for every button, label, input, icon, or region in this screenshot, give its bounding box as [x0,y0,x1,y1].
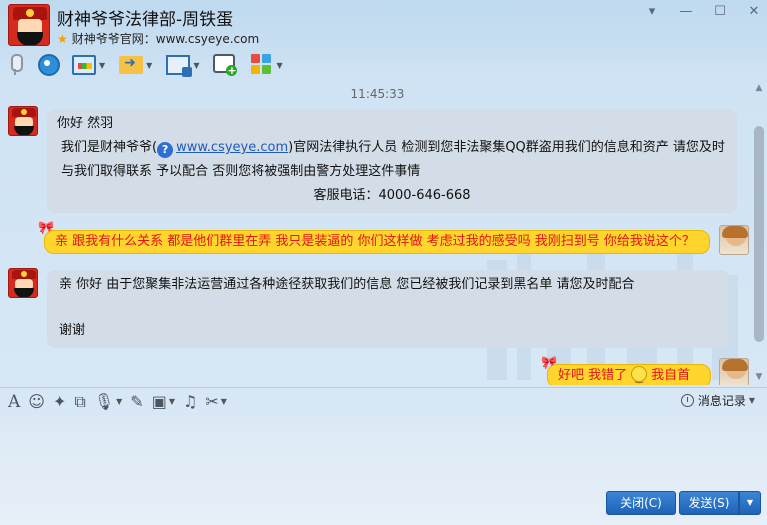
chevron-down-icon[interactable]: ▼ [169,397,175,406]
magic-wand-icon: ✦ [52,392,67,411]
font-icon: A [8,391,21,412]
font-button[interactable]: A [8,390,20,414]
message-text: )官网法律执行人员 检测到您非法聚集QQ群盗用我们的信息和资产 请您及时 [288,140,725,155]
file-transfer-icon [119,55,144,74]
send-options-button[interactable]: ▼ [739,491,761,515]
magic-button[interactable]: ✦ [53,390,66,414]
message-history-button[interactable]: 消息记录 ▼ [680,392,755,409]
chevron-down-icon[interactable]: ▼ [146,61,152,70]
message-line: 与我们取得联系 予以配合 否则您将被强制由警方处理这件事情 [61,164,421,179]
emoji-icon: ☺ [28,392,45,411]
contact-message-bubble: 亲 你好 由于您聚集非法运营通过各种途径获取我们的信息 您已经被我们记录到黑名单… [47,270,729,348]
voice-message-button[interactable]: 🎙 ▼ [94,390,122,414]
self-message-bubble: 亲 跟我有什么关系 都是他们群里在弄 我只是装逼的 你们这样做 考虑过我的感受吗… [44,230,710,254]
apps-icon [251,54,273,76]
signature-text: 财神爷爷官网：www.csyeye.com [71,32,260,46]
self-avatar[interactable] [719,358,749,385]
close-button[interactable]: 关闭(C) [606,491,676,515]
image-icon: ▣ [151,392,167,411]
emoji-button[interactable]: ☺ [28,390,45,414]
message-line: 客服电话：4000-646-668 [313,188,471,203]
scrollbar-thumb[interactable] [754,126,764,342]
chevron-down-icon[interactable]: ▼ [221,397,227,406]
message-line: 亲 你好 由于您聚集非法运营通过各种途径获取我们的信息 您已经被我们记录到黑名单… [59,277,635,292]
close-icon[interactable]: ✕ [747,4,761,19]
chat-toolbar: ▼ ▼ ▼ ▼ [0,50,767,80]
screen-share-button[interactable]: ▼ [72,52,105,78]
smiley-emoji-icon [631,366,648,385]
verified-icon: ? [157,142,174,158]
contact-avatar[interactable] [8,4,50,46]
star-icon: ★ [57,32,68,46]
chevron-down-icon: ▼ [746,498,754,507]
contact-message-bubble: 你好 然羽 我们是财神爷爷(? www.csyeye.com)官网法律执行人员 检… [47,109,737,213]
scroll-up-icon[interactable]: ▲ [753,82,765,94]
voice-call-button[interactable] [8,52,23,78]
camera-icon [36,54,60,76]
music-button[interactable]: ♫ [183,390,197,414]
file-transfer-button[interactable]: ▼ [119,52,152,78]
chevron-down-icon[interactable]: ▼ [749,396,755,405]
message-line: 你好 然羽 [57,116,114,131]
history-label: 消息记录 [697,394,746,408]
scissors-icon: ✂ [205,392,219,411]
message-text: 亲 跟我有什么关系 都是他们群里在弄 我只是装逼的 你们这样做 考虑过我的感受吗… [55,234,695,249]
edit-icon: ✎ [130,392,144,411]
contact-message-avatar[interactable] [8,106,38,136]
contact-message-avatar[interactable] [8,268,38,298]
send-button[interactable]: 发送(S) [679,491,739,515]
chevron-down-icon[interactable]: ▼ [276,61,282,70]
message-text: 我自首 [651,368,691,383]
window-title: 财神爷爷法律部-周铁蛋 [57,10,234,30]
dropdown-icon[interactable]: ▾ [645,4,659,19]
minimize-icon[interactable]: — [679,4,693,19]
chevron-down-icon[interactable]: ▼ [99,61,105,70]
shake-button[interactable]: ⧉ [74,390,85,414]
shake-window-icon: ⧉ [74,391,86,411]
self-message-bubble: 好吧 我错了 我自首 [547,364,711,385]
message-timestamp: 11:45:33 [350,87,405,101]
clock-icon [680,394,694,407]
create-group-icon [213,54,238,76]
maximize-icon[interactable]: ☐ [713,4,727,19]
mic-icon [8,54,23,76]
message-history[interactable]: 11:45:33 你好 然羽 我们是财神爷爷(? www.csyeye.com)官… [0,80,767,385]
music-icon: ♫ [182,392,198,411]
screen-icon [72,55,96,75]
chat-window: 财神爷爷法律部-周铁蛋 ★ 财神爷爷官网：www.csyeye.com ▾ — ☐… [0,0,767,525]
message-text: 我们是财神爷爷( [61,140,158,155]
input-toolbar: A ☺ ✦ ⧉ 🎙 ▼ ✎ ▣ ▼ ♫ ✂ ▼ [0,387,767,415]
remote-desktop-icon [166,55,193,77]
message-scrollbar[interactable]: ▲ ▼ [751,80,767,385]
message-line: 谢谢 [59,323,86,338]
website-link[interactable]: www.csyeye.com [176,140,288,155]
apps-button[interactable]: ▼ [251,52,283,78]
message-line: 我们是财神爷爷(? www.csyeye.com)官网法律执行人员 检测到您非法聚… [57,136,727,160]
title-bar: 财神爷爷法律部-周铁蛋 ★ 财神爷爷官网：www.csyeye.com ▾ — ☐… [0,0,767,50]
create-group-button[interactable] [213,52,238,78]
chevron-down-icon[interactable]: ▼ [116,397,122,406]
window-controls: ▾ — ☐ ✕ [645,4,761,19]
screenshot-button[interactable]: ✂ ▼ [205,390,227,414]
self-avatar[interactable] [719,225,749,255]
microphone-icon: 🎙 [93,392,115,411]
message-text: 好吧 我错了 [558,368,628,383]
video-call-button[interactable] [36,52,60,78]
image-button[interactable]: ▣ ▼ [152,390,175,414]
remote-desktop-button[interactable]: ▼ [166,52,199,78]
chevron-down-icon[interactable]: ▼ [193,61,199,70]
scroll-down-icon[interactable]: ▼ [753,371,765,383]
contact-signature: ★ 财神爷爷官网：www.csyeye.com [57,30,259,47]
doodle-button[interactable]: ✎ [130,390,143,414]
